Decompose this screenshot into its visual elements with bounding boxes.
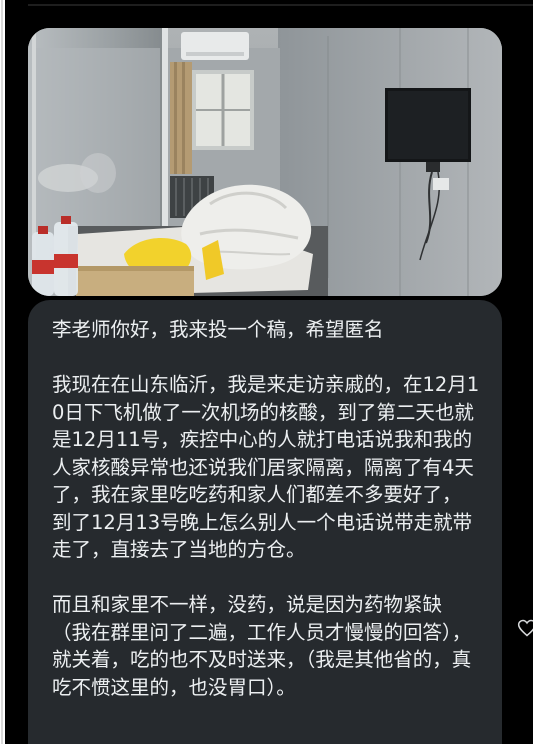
photo-message[interactable]: [28, 28, 502, 296]
heart-icon[interactable]: [517, 618, 533, 638]
message-paragraph: 我现在在山东临沂，我是来走访亲戚的，在12月10日下飞机做了一次机场的核酸，到了…: [52, 373, 480, 561]
text-message[interactable]: 李老师你好，我来投一个稿，希望匿名 我现在在山东临沂，我是来走访亲戚的，在12月…: [28, 300, 502, 744]
top-divider: [28, 4, 533, 6]
window-edge: [0, 0, 5, 744]
message-paragraph: 而且和家里不一样，没药，说是因为药物紧缺（我在群里问了二遍，工作人员才慢慢的回答…: [52, 593, 472, 699]
message-greeting: 李老师你好，我来投一个稿，希望匿名: [52, 318, 384, 341]
chat-screen: 李老师你好，我来投一个稿，希望匿名 我现在在山东临沂，我是来走访亲戚的，在12月…: [0, 0, 533, 744]
quarantine-room-photo: [28, 28, 502, 296]
